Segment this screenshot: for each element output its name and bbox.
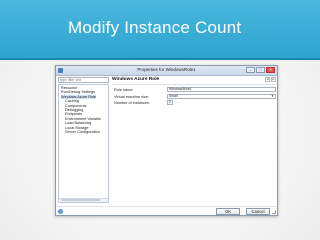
close-button[interactable]: ✕ <box>266 67 275 73</box>
maximize-button[interactable]: □ <box>256 67 265 73</box>
navigation-pane: type filter text Server Configuration Loc… <box>58 77 109 203</box>
chevron-down-icon: ▼ <box>271 94 274 98</box>
dialog-titlebar: Properties for WindowsRole1 – □ ✕ <box>56 66 277 76</box>
tree-item[interactable]: Caching <box>65 99 79 103</box>
tree-item[interactable]: Run/Debug Settings <box>61 90 95 94</box>
tree-item[interactable]: Endpoints <box>65 112 82 116</box>
tree-item[interactable]: Local Storage <box>65 126 88 130</box>
section-title: Windows Azure Role <box>112 77 160 82</box>
tree-item[interactable]: Windows Azure Role <box>61 94 97 99</box>
tree-item[interactable]: Load Balancing <box>65 121 91 125</box>
window-controls: – □ ✕ <box>246 67 275 73</box>
instances-label: Number of instances: <box>114 101 150 105</box>
footer-divider <box>56 206 277 207</box>
filter-input[interactable]: type filter text <box>58 77 109 83</box>
scrollbar-thumb[interactable] <box>62 199 100 201</box>
tree-item[interactable]: Resource <box>61 86 77 90</box>
vm-size-value: Small <box>169 94 178 98</box>
tree-item[interactable]: Environment Variable <box>65 117 101 121</box>
tree-item[interactable]: Components <box>65 104 87 108</box>
vm-size-select[interactable]: Small ▼ <box>167 94 276 99</box>
forward-arrow-icon[interactable]: ▸ <box>271 77 276 82</box>
back-arrow-icon[interactable]: ◂ <box>265 77 270 82</box>
slide-title: Modify Instance Count <box>68 18 242 37</box>
nav-arrows: ◂ ▸ <box>265 77 276 82</box>
properties-dialog: Properties for WindowsRole1 – □ ✕ type f… <box>55 65 278 216</box>
settings-tree: Server Configuration Local Storage Load Ba… <box>58 84 109 203</box>
role-name-field[interactable]: WindowsRole1 <box>167 87 276 92</box>
instance-count-field[interactable]: 2 <box>167 100 173 105</box>
vm-size-label: Virtual machine size: <box>114 95 149 99</box>
help-icon[interactable]: ? <box>58 209 63 214</box>
section-divider <box>112 84 276 85</box>
tree-item[interactable]: Debugging <box>65 108 83 112</box>
banner-divider <box>0 58 320 60</box>
dialog-title: Properties for WindowsRole1 <box>137 67 196 72</box>
tree-item[interactable]: Server Configuration <box>65 130 100 134</box>
role-name-label: Role name: <box>114 88 134 92</box>
resize-grip[interactable] <box>272 210 276 214</box>
minimize-button[interactable]: – <box>246 67 255 73</box>
tree-horizontal-scrollbar[interactable] <box>59 198 108 202</box>
settings-pane: Windows Azure Role ◂ ▸ Role name: Window… <box>112 77 276 203</box>
cancel-button[interactable]: Cancel <box>246 208 270 215</box>
ok-button[interactable]: OK <box>216 208 240 215</box>
